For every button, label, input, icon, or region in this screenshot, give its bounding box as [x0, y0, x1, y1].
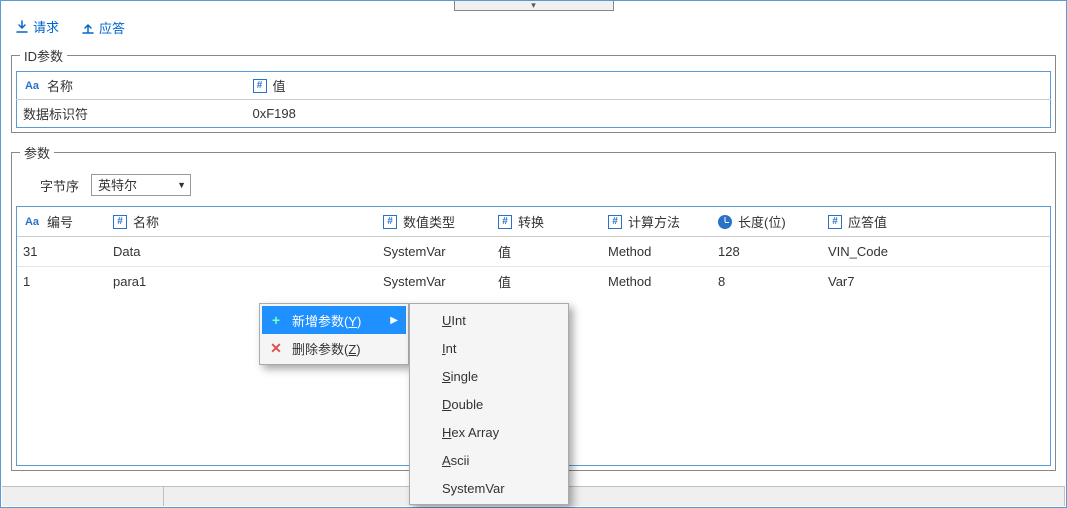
- numeric-type-icon: #: [383, 215, 397, 229]
- numeric-type-icon: #: [113, 215, 127, 229]
- id-row-name: 数据标识符: [17, 100, 247, 128]
- cell-name: Data: [107, 237, 377, 267]
- text-type-icon: Aa: [23, 215, 41, 229]
- download-icon: [15, 20, 29, 34]
- numeric-type-icon: #: [253, 79, 267, 93]
- submenu-item-hexarray[interactable]: Hex Array: [412, 418, 566, 446]
- menu-del-label: 删除参数(Z): [292, 339, 398, 358]
- hdr-name: 名称: [133, 212, 159, 231]
- tab-bar: 请求 应答: [1, 11, 1066, 42]
- menu-item-add-param[interactable]: + 新增参数(Y) ▶: [262, 306, 406, 334]
- id-params-legend: ID参数: [20, 46, 67, 65]
- cell-type: SystemVar: [377, 267, 492, 297]
- byte-order-select[interactable]: 英特尔 ▼: [91, 174, 191, 196]
- submenu-item-int[interactable]: Int: [412, 334, 566, 362]
- params-legend: 参数: [20, 143, 54, 162]
- numeric-type-icon: #: [498, 215, 512, 229]
- upload-icon: [81, 21, 95, 35]
- id-header-name: 名称: [47, 76, 73, 95]
- cell-name: para1: [107, 267, 377, 297]
- id-header-value: 值: [273, 76, 286, 95]
- cell-resp: VIN_Code: [822, 237, 1050, 267]
- params-controls: 字节序 英特尔 ▼: [16, 168, 1051, 206]
- numeric-type-icon: #: [828, 215, 842, 229]
- cell-index: 1: [17, 267, 107, 297]
- clock-icon: [718, 215, 732, 229]
- cell-resp: Var7: [822, 267, 1050, 297]
- close-icon: ✕: [268, 340, 284, 356]
- cell-type: SystemVar: [377, 237, 492, 267]
- chevron-right-icon: ▶: [390, 315, 398, 326]
- id-row[interactable]: 数据标识符 0xF198: [17, 100, 1051, 128]
- cell-length: 8: [712, 267, 822, 297]
- collapse-grip[interactable]: ▾: [454, 1, 614, 11]
- hdr-type: 数值类型: [403, 212, 455, 231]
- cell-calc: Method: [602, 267, 712, 297]
- submenu-item-single[interactable]: Single: [412, 362, 566, 390]
- submenu-item-uint[interactable]: UInt: [412, 306, 566, 334]
- cell-convert: 值: [492, 237, 602, 267]
- submenu-item-systemvar[interactable]: SystemVar: [412, 474, 566, 502]
- tab-response-label: 应答: [99, 18, 125, 37]
- tab-request[interactable]: 请求: [13, 15, 61, 40]
- menu-item-delete-param[interactable]: ✕ 删除参数(Z): [262, 334, 406, 362]
- hdr-length: 长度(位): [738, 212, 786, 231]
- splitter-handle[interactable]: ▾: [1, 1, 1066, 11]
- hdr-index: 编号: [47, 212, 73, 231]
- text-type-icon: Aa: [23, 79, 41, 93]
- byte-order-label: 字节序: [40, 176, 79, 195]
- table-row[interactable]: 31 Data SystemVar 值 Method 128 VIN_Code: [17, 237, 1050, 267]
- hdr-convert: 转换: [518, 212, 544, 231]
- submenu-types: UInt Int Single Double Hex Array Ascii S…: [409, 303, 569, 505]
- hdr-calc: 计算方法: [628, 212, 680, 231]
- cell-convert: 值: [492, 267, 602, 297]
- submenu-item-ascii[interactable]: Ascii: [412, 446, 566, 474]
- id-params-fieldset: ID参数 Aa 名称 # 值: [11, 46, 1056, 133]
- numeric-type-icon: #: [608, 215, 622, 229]
- main-panel: ▾ 请求 应答 ID参数 Aa 名称: [0, 0, 1067, 508]
- status-cell: [2, 487, 164, 506]
- plus-icon: +: [268, 312, 284, 328]
- chevron-down-icon: ▼: [177, 180, 186, 190]
- id-row-value: 0xF198: [247, 100, 1051, 128]
- menu-add-label: 新增参数(Y): [292, 311, 382, 330]
- cell-index: 31: [17, 237, 107, 267]
- byte-order-value: 英特尔: [92, 175, 190, 196]
- status-cell: [164, 487, 1065, 506]
- tab-request-label: 请求: [33, 17, 59, 36]
- chevron-down-icon: ▾: [531, 0, 536, 11]
- hdr-resp: 应答值: [848, 212, 887, 231]
- id-params-table: Aa 名称 # 值 数据标识符 0xF198: [16, 71, 1051, 128]
- context-menu: + 新增参数(Y) ▶ ✕ 删除参数(Z): [259, 303, 409, 365]
- params-table: Aa 编号 # 名称 # 数值类型 # 转换 # 计算方法 长度(位) # 应答值 31 D…: [17, 207, 1050, 297]
- cell-calc: Method: [602, 237, 712, 267]
- submenu-item-double[interactable]: Double: [412, 390, 566, 418]
- cell-length: 128: [712, 237, 822, 267]
- tab-response[interactable]: 应答: [79, 15, 127, 40]
- table-row[interactable]: 1 para1 SystemVar 值 Method 8 Var7: [17, 267, 1050, 297]
